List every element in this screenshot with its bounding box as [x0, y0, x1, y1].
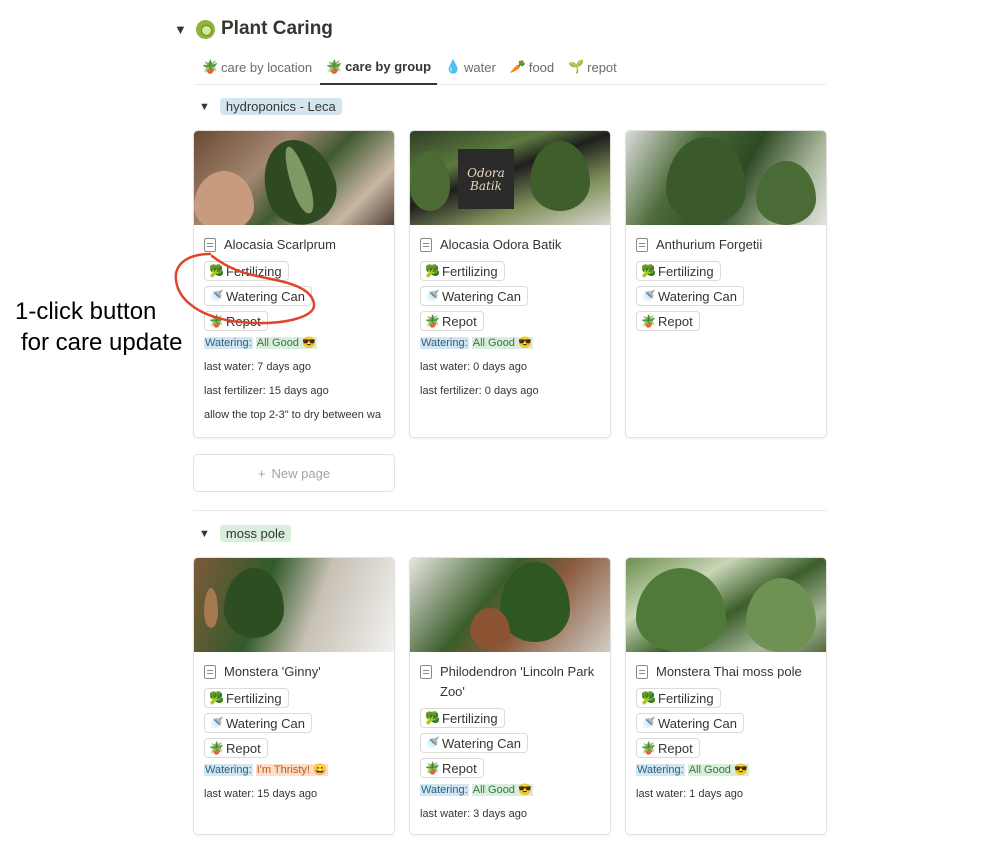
plant-card[interactable]: Monstera Thai moss pole 🥦 Fertilizing 🚿 Wa… [625, 557, 827, 835]
carrot-icon: 🥕 [509, 59, 527, 74]
potted-plant-icon: 🪴 [641, 314, 656, 328]
repot-button[interactable]: 🪴 Repot [204, 738, 268, 758]
page-title-row: Plant Caring [196, 18, 333, 40]
droplet-icon: 💧 [445, 59, 462, 74]
tab-label: repot [587, 59, 617, 75]
fertilizing-button[interactable]: 🥦 Fertilizing [204, 688, 289, 708]
potted-plant-icon: 🪴 [425, 314, 440, 328]
group-collapse-toggle[interactable]: ▼ [199, 101, 210, 113]
document-icon [420, 238, 432, 252]
document-icon [204, 665, 216, 679]
annotation-circle [174, 252, 316, 325]
watering-can-button[interactable]: 🚿 Watering Can [636, 713, 744, 733]
watering-can-button[interactable]: 🚿 Watering Can [420, 286, 528, 306]
repot-button[interactable]: 🪴 Repot [636, 738, 700, 758]
new-page-button[interactable]: + New page [193, 454, 395, 492]
care-note: allow the top 2-3" to dry between wa [204, 409, 381, 421]
potted-plant-icon: 🪴 [425, 761, 440, 775]
tab-label: food [528, 59, 555, 75]
group-header-moss-pole: ▼ moss pole [199, 525, 292, 542]
watering-status: Watering: All Good 😎 [420, 337, 533, 349]
broccoli-icon: 🥦 [641, 264, 656, 278]
kiwi-icon [196, 19, 215, 39]
last-fertilizer: last fertilizer: 0 days ago [420, 385, 539, 397]
broccoli-icon: 🥦 [209, 691, 224, 705]
group-divider [193, 510, 826, 511]
card-title: Monstera 'Ginny' [204, 662, 384, 682]
watering-can-button[interactable]: 🚿 Watering Can [204, 713, 312, 733]
watering-status: Watering: All Good 😎 [204, 337, 317, 349]
plant-sign: Odora Batik [458, 149, 514, 209]
plant-cover-image [410, 558, 610, 652]
document-icon [636, 665, 648, 679]
section-collapse-toggle[interactable]: ▼ [174, 22, 187, 37]
plant-cover-image [626, 131, 826, 225]
annotation-text: 1-click button for care update [15, 298, 183, 356]
group-label: moss pole [219, 525, 292, 542]
tab-repot[interactable]: 🌱 repot [562, 50, 623, 84]
group-label: hydroponics - Leca [219, 98, 342, 115]
watering-can-icon: 🚿 [425, 736, 440, 750]
watering-can-icon: 🚿 [209, 716, 224, 730]
broccoli-icon: 🥦 [641, 691, 656, 705]
tab-care-by-location[interactable]: 🪴 care by location [196, 50, 318, 84]
watering-can-icon: 🚿 [641, 716, 656, 730]
broccoli-icon: 🥦 [425, 711, 440, 725]
fertilizing-button[interactable]: 🥦 Fertilizing [420, 708, 505, 728]
last-water: last water: 7 days ago [204, 361, 312, 373]
watering-status: Watering: I'm Thristy! 😀 [204, 764, 328, 776]
watering-can-icon: 🚿 [425, 289, 440, 303]
view-tabs: 🪴 care by location 🪴 care by group 💧 wat… [196, 50, 826, 85]
card-title: Monstera Thai moss pole [636, 662, 816, 682]
watering-status: Watering: All Good 😎 [420, 784, 533, 796]
card-title: Philodendron 'Lincoln Park Zoo' [420, 662, 600, 702]
cactus-icon: 🪴 [326, 58, 343, 74]
plant-cover-image [194, 131, 394, 225]
broccoli-icon: 🥦 [425, 264, 440, 278]
watering-can-button[interactable]: 🚿 Watering Can [420, 733, 528, 753]
plant-cover-image [194, 558, 394, 652]
repot-button[interactable]: 🪴 Repot [420, 311, 484, 331]
card-title: Alocasia Odora Batik [420, 235, 600, 255]
plant-card[interactable]: Monstera 'Ginny' 🥦 Fertilizing 🚿 Watering … [193, 557, 395, 835]
repot-button[interactable]: 🪴 Repot [420, 758, 484, 778]
last-water: last water: 0 days ago [420, 361, 528, 373]
tab-label: care by group [345, 59, 432, 74]
watering-can-button[interactable]: 🚿 Watering Can [636, 286, 744, 306]
card-title: Anthurium Forgetii [636, 235, 816, 255]
group-header-hydroponics: ▼ hydroponics - Leca [199, 98, 342, 115]
potted-plant-icon: 🪴 [641, 741, 656, 755]
document-icon [420, 665, 432, 679]
plant-card[interactable]: Philodendron 'Lincoln Park Zoo' 🥦 Fertili… [409, 557, 611, 835]
tab-label: care by location [221, 59, 313, 75]
document-icon [636, 238, 648, 252]
plus-icon: + [257, 465, 266, 481]
watering-can-icon: 🚿 [641, 289, 656, 303]
fertilizing-button[interactable]: 🥦 Fertilizing [636, 261, 721, 281]
tab-care-by-group[interactable]: 🪴 care by group [320, 50, 438, 85]
last-water: last water: 1 days ago [636, 788, 744, 800]
group-collapse-toggle[interactable]: ▼ [199, 528, 210, 540]
last-fertilizer: last fertilizer: 15 days ago [204, 385, 329, 397]
plant-card[interactable]: Anthurium Forgetii 🥦 Fertilizing 🚿 Waterin… [625, 130, 827, 438]
potted-plant-icon: 🪴 [209, 741, 224, 755]
plant-cover-image: Odora Batik [410, 131, 610, 225]
tab-label: water [464, 59, 496, 75]
repot-button[interactable]: 🪴 Repot [636, 311, 700, 331]
watering-status: Watering: All Good 😎 [636, 764, 749, 776]
fertilizing-button[interactable]: 🥦 Fertilizing [420, 261, 505, 281]
page-title: Plant Caring [221, 18, 333, 39]
last-water: last water: 3 days ago [420, 808, 528, 820]
tab-water[interactable]: 💧 water [439, 50, 502, 84]
fertilizing-button[interactable]: 🥦 Fertilizing [636, 688, 721, 708]
potted-plant-icon: 🌱 [568, 59, 585, 74]
last-water: last water: 15 days ago [204, 788, 318, 800]
cactus-icon: 🪴 [202, 59, 219, 74]
tab-food[interactable]: 🥕 food [504, 50, 560, 84]
plant-card[interactable]: Odora Batik Alocasia Odora Batik 🥦 Fertil… [409, 130, 611, 438]
plant-cover-image [626, 558, 826, 652]
